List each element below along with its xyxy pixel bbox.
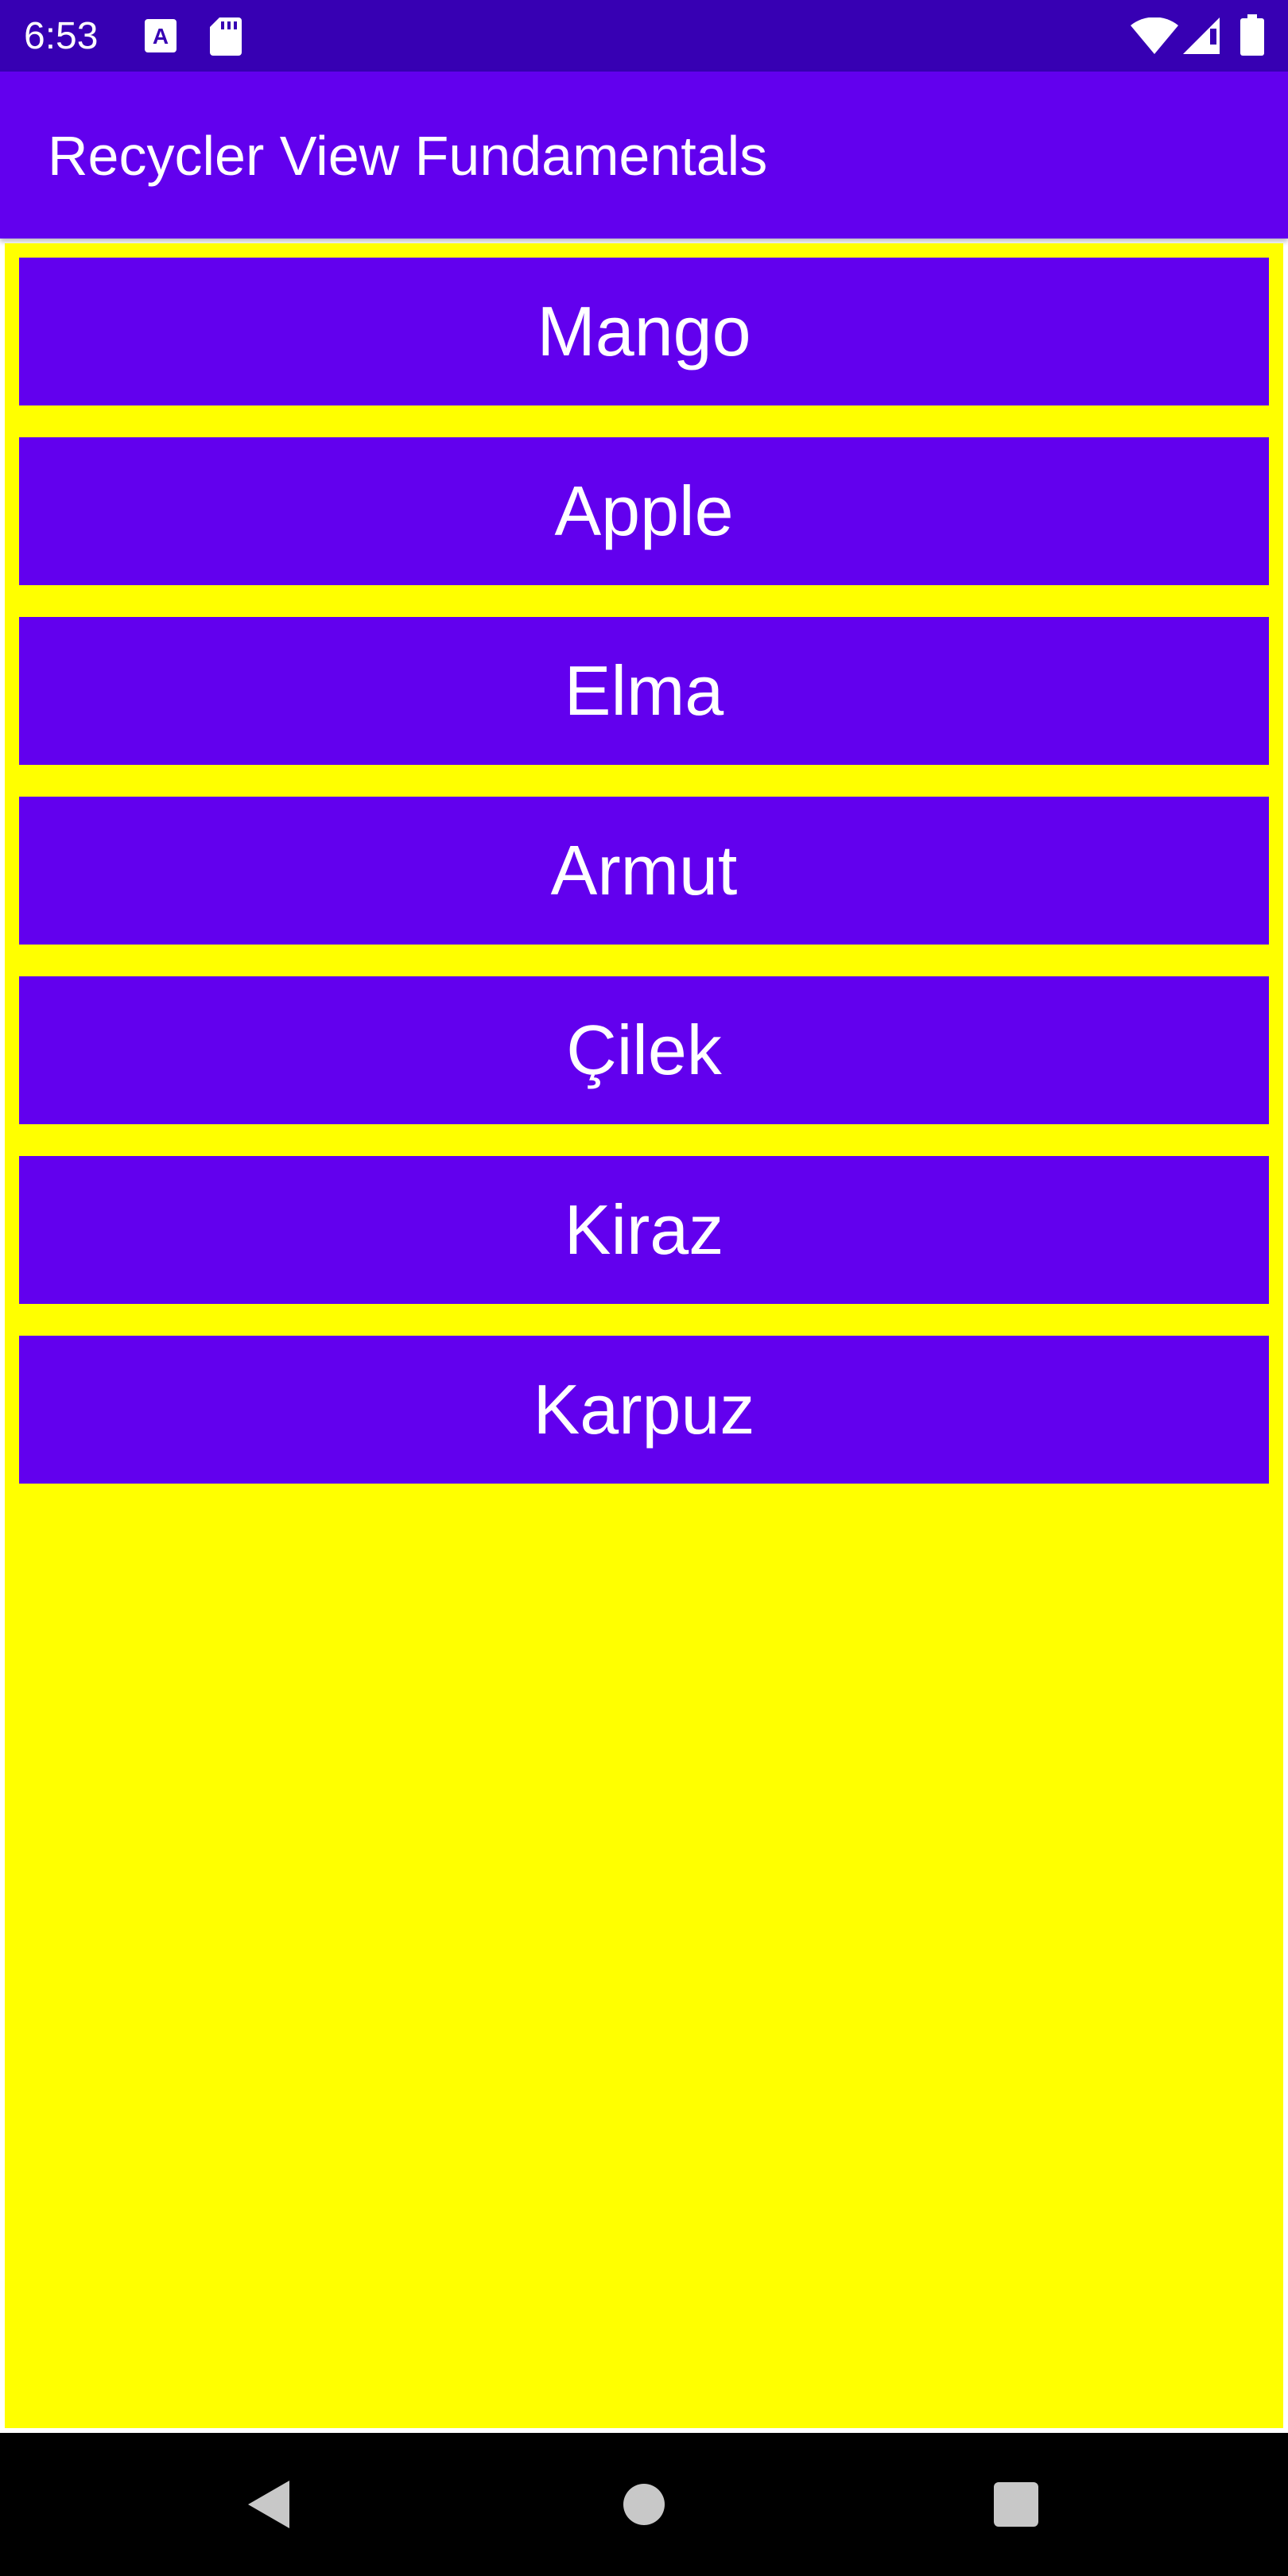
back-icon <box>248 2481 289 2528</box>
recents-button[interactable] <box>984 2473 1048 2536</box>
app-bar: Recycler View Fundamentals <box>0 72 1288 239</box>
list-item-armut[interactable]: Armut <box>19 797 1269 945</box>
recents-icon <box>994 2482 1038 2527</box>
list-item-kiraz[interactable]: Kiraz <box>19 1156 1269 1304</box>
navigation-bar <box>0 2433 1288 2576</box>
page-title: Recycler View Fundamentals <box>48 125 768 187</box>
list-item-elma[interactable]: Elma <box>19 617 1269 765</box>
battery-icon <box>1240 14 1264 56</box>
list-item-apple[interactable]: Apple <box>19 437 1269 585</box>
recycler-view[interactable]: Mango Apple Elma Armut Çilek Kiraz Karpu… <box>5 243 1283 2428</box>
svg-text:A: A <box>153 24 169 48</box>
sd-card-icon <box>210 17 242 56</box>
status-time: 6:53 <box>24 15 99 57</box>
home-icon <box>623 2484 665 2525</box>
signal-icon <box>1183 17 1220 54</box>
app-screen: 6:53 A Recycler View Fundamentals Mango … <box>0 0 1288 2576</box>
fruit-list: Mango Apple Elma Armut Çilek Kiraz Karpu… <box>19 258 1269 1515</box>
back-button[interactable] <box>237 2473 301 2536</box>
list-item-mango[interactable]: Mango <box>19 258 1269 405</box>
status-bar: 6:53 A <box>0 0 1288 72</box>
home-button[interactable] <box>612 2473 676 2536</box>
list-item-cilek[interactable]: Çilek <box>19 976 1269 1124</box>
a-notification-icon: A <box>145 19 177 52</box>
wifi-icon <box>1131 17 1178 54</box>
list-item-karpuz[interactable]: Karpuz <box>19 1336 1269 1484</box>
